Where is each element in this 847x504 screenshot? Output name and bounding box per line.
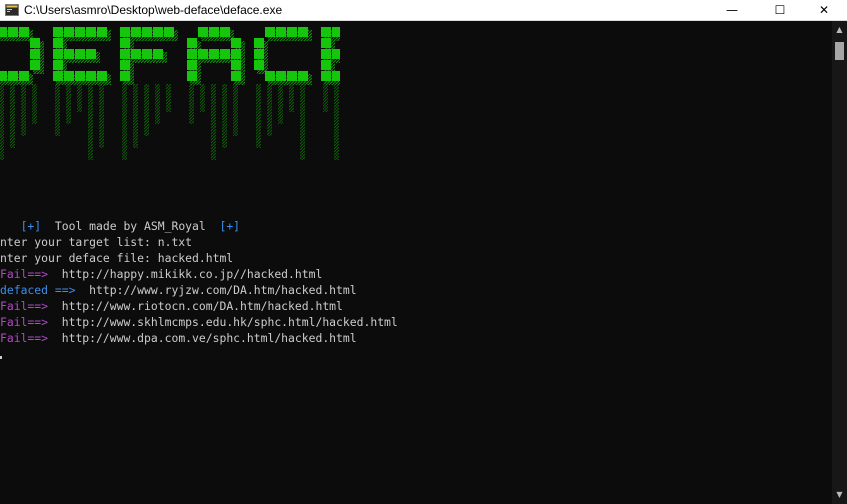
result-url: http://www.dpa.com.ve/sphc.html/hacked.h… — [61, 331, 357, 345]
scroll-up-arrow-icon[interactable]: ▲ — [832, 23, 847, 37]
vertical-scrollbar[interactable]: ▲ ▼ — [832, 21, 847, 504]
close-button[interactable]: ✕ — [801, 0, 847, 20]
maximize-button[interactable]: ☐ — [757, 0, 803, 20]
minimize-icon: — — [726, 3, 738, 17]
result-line: defaced ==> http://www.ryjzw.com/DA.htm/… — [0, 282, 357, 298]
title-bar[interactable]: C:\Users\asmro\Desktop\web-deface\deface… — [0, 0, 847, 21]
deface-ascii-banner — [0, 27, 340, 160]
result-line: Fail==> http://happy.mikikk.co.jp//hacke… — [0, 266, 322, 282]
deface-file-prompt: nter your deface file: hacked.html — [0, 251, 234, 265]
result-status: Fail==> — [0, 331, 49, 345]
credit-text: Tool made by ASM_Royal — [54, 219, 206, 233]
credit-prefix: [+] — [20, 219, 42, 233]
result-line: Fail==> http://www.skhlmcmps.edu.hk/sphc… — [0, 314, 398, 330]
maximize-icon: ☐ — [774, 3, 786, 17]
credit-suffix: [+] — [219, 219, 241, 233]
result-status: defaced ==> — [0, 283, 76, 297]
minimize-button[interactable]: — — [709, 0, 755, 20]
result-url: http://happy.mikikk.co.jp//hacked.html — [61, 267, 323, 281]
result-url: http://www.ryjzw.com/DA.htm/hacked.html — [89, 283, 357, 297]
credit-line: [+] Tool made by ASM_Royal [+] — [0, 218, 240, 234]
scroll-down-arrow-icon[interactable]: ▼ — [832, 488, 847, 502]
close-icon: ✕ — [818, 3, 830, 17]
scroll-thumb[interactable] — [835, 42, 844, 60]
result-line: Fail==> http://www.riotocn.com/DA.htm/ha… — [0, 298, 343, 314]
result-url: http://www.riotocn.com/DA.htm/hacked.htm… — [61, 299, 343, 313]
result-status: Fail==> — [0, 315, 49, 329]
target-list-prompt: nter your target list: n.txt — [0, 235, 193, 249]
result-url: http://www.skhlmcmps.edu.hk/sphc.html/ha… — [61, 315, 398, 329]
result-line: Fail==> http://www.dpa.com.ve/sphc.html/… — [0, 330, 357, 346]
window-title: C:\Users\asmro\Desktop\web-deface\deface… — [24, 3, 283, 17]
result-status: Fail==> — [0, 267, 49, 281]
text-cursor — [0, 356, 2, 359]
console-output[interactable]: [+] Tool made by ASM_Royal [+] nter your… — [0, 21, 832, 504]
result-status: Fail==> — [0, 299, 49, 313]
console-app-icon — [5, 4, 19, 16]
